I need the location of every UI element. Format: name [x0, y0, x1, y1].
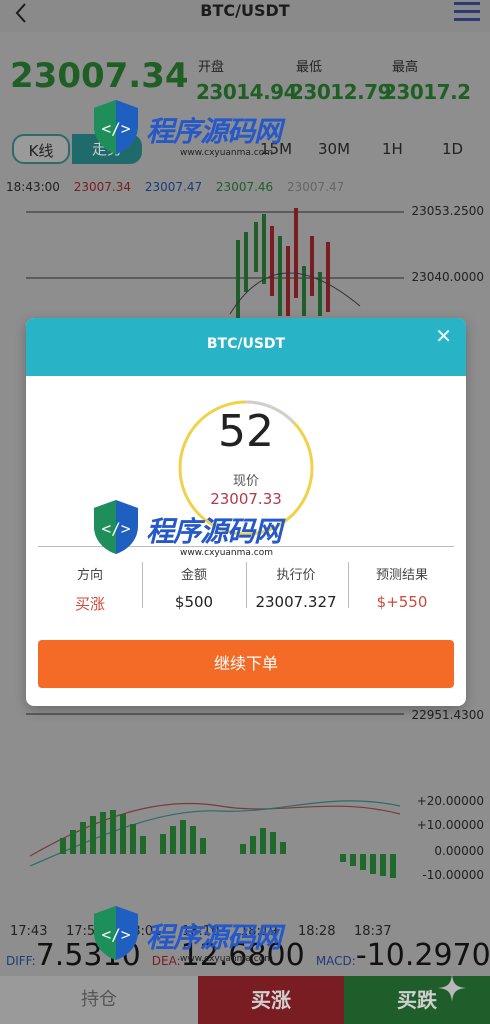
- divider: [348, 562, 349, 608]
- watermark-text: 程序源码网: [146, 515, 282, 548]
- macd-value: -10.2970: [355, 938, 490, 973]
- shield-logo-icon: </>: [94, 500, 138, 554]
- macd-scale-label: +20.00000: [416, 794, 484, 808]
- modal-header: BTC/USDT ✕: [26, 318, 466, 376]
- sparkle-icon: [438, 974, 466, 1002]
- current-price-label: 现价: [232, 474, 259, 489]
- positions-button[interactable]: 持仓: [0, 976, 198, 1024]
- price-level-mid: 23040.0000: [411, 270, 484, 284]
- shield-logo-icon: </>: [94, 100, 138, 154]
- direction-value: 买涨: [74, 595, 105, 613]
- amount-value: $500: [174, 593, 214, 611]
- close-icon[interactable]: ✕: [435, 324, 452, 348]
- open-label: 开盘: [198, 60, 225, 75]
- continue-order-button[interactable]: 继续下单: [38, 640, 454, 688]
- time-label: 18:37: [354, 924, 392, 939]
- watermark: </> 程序源码网 www.cxyuanma.com: [88, 96, 308, 166]
- price-level-high: 23053.2500: [411, 204, 484, 218]
- direction-label: 方向: [76, 568, 103, 583]
- prediction-value: $+550: [376, 593, 428, 611]
- watermark-url: www.cxyuanma.com: [180, 148, 274, 158]
- watermark-url: www.cxyuanma.com: [180, 548, 274, 558]
- time-label: 17:43: [10, 924, 48, 939]
- watermark: </> 程序源码网 www.cxyuanma.com: [88, 902, 308, 972]
- info-close: 23007.47: [287, 180, 345, 194]
- diff-label: DIFF:: [6, 954, 36, 968]
- macd-scale-label: +10.00000: [416, 818, 484, 832]
- menu-icon[interactable]: [454, 2, 480, 24]
- watermark-url: www.cxyuanma.com: [180, 954, 274, 964]
- countdown-seconds: 52: [218, 406, 274, 457]
- info-high: 23007.47: [144, 180, 203, 194]
- svg-text:</>: </>: [102, 519, 131, 538]
- tab-1h[interactable]: 1H: [382, 134, 403, 164]
- ohlc-info-row: 18:43:00 23007.34 23007.47 23007.46 2300…: [6, 180, 354, 194]
- info-open: 23007.34: [73, 180, 131, 194]
- macd-label: MACD:: [315, 954, 356, 968]
- prediction-label: 预测结果: [375, 568, 428, 583]
- bottom-action-bar: 持仓 买涨 买跌: [0, 976, 490, 1024]
- info-time: 18:43:00: [6, 180, 60, 194]
- strike-price-value: 23007.327: [255, 593, 337, 611]
- tab-1d[interactable]: 1D: [442, 134, 463, 164]
- buy-up-button[interactable]: 买涨: [198, 976, 344, 1024]
- price-level-low: 22951.4300: [411, 708, 484, 722]
- amount-label: 金额: [180, 568, 207, 583]
- macd-scale-label: -10.00000: [422, 868, 484, 882]
- current-price: 23007.34: [10, 56, 189, 96]
- macd-scale-label: 0.00000: [434, 844, 484, 858]
- modal-title: BTC/USDT: [206, 336, 286, 352]
- page-title: BTC/USDT: [200, 1, 290, 20]
- strike-price-label: 执行价: [276, 568, 316, 583]
- strike-price-cell: 执行价 23007.327: [244, 564, 348, 611]
- svg-text:</>: </>: [102, 119, 131, 138]
- amount-cell: 金额 $500: [142, 564, 246, 611]
- watermark-text: 程序源码网: [146, 115, 282, 148]
- tab-30m[interactable]: 30M: [318, 134, 350, 164]
- tab-kline[interactable]: K线: [12, 134, 70, 164]
- shield-logo-icon: </>: [94, 906, 138, 960]
- direction-cell: 方向 买涨: [38, 564, 142, 614]
- watermark-text: 程序源码网: [146, 921, 282, 954]
- watermark: </> 程序源码网 www.cxyuanma.com: [88, 496, 308, 566]
- info-low: 23007.46: [215, 180, 274, 194]
- buy-down-button[interactable]: 买跌: [344, 976, 490, 1024]
- high-label: 最高: [392, 60, 419, 75]
- low-label: 最低: [296, 60, 323, 75]
- svg-text:</>: </>: [102, 925, 131, 944]
- high-value: 23017.2: [383, 80, 471, 104]
- top-bar: BTC/USDT: [0, 0, 490, 32]
- prediction-cell: 预测结果 $+550: [350, 564, 454, 611]
